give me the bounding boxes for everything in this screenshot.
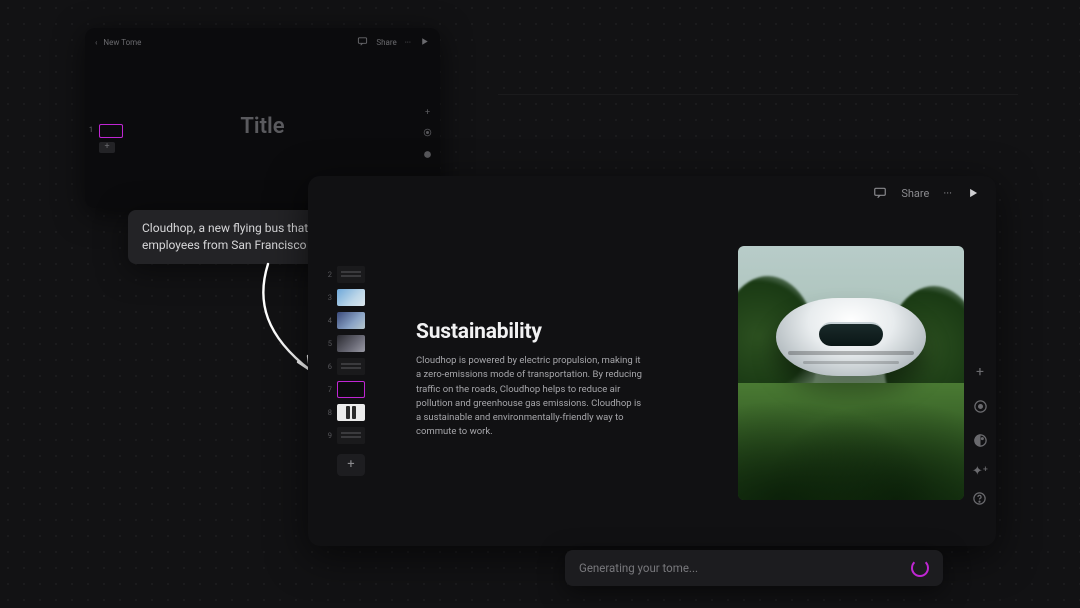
slide-thumb[interactable]: 3 — [326, 289, 366, 306]
add-slide-button[interactable]: + — [337, 454, 365, 476]
slide-thumb[interactable]: 9 — [326, 427, 366, 444]
magic-icon[interactable]: ✦⁺ — [972, 464, 988, 479]
slide-thumb[interactable]: 6 — [326, 358, 366, 375]
slide-thumb[interactable]: 2 — [326, 266, 366, 283]
comment-icon[interactable] — [357, 36, 368, 49]
theme-icon[interactable] — [423, 150, 432, 162]
slide-thumb-selected[interactable]: 7 — [326, 381, 366, 398]
play-icon[interactable] — [419, 36, 430, 49]
play-icon[interactable] — [966, 186, 980, 200]
large-right-rail: + — [972, 364, 988, 448]
help-icon[interactable] — [972, 491, 987, 510]
slide-image[interactable] — [738, 246, 964, 500]
large-window-header: Share ··· — [308, 176, 996, 200]
generating-status-bar: Generating your tome... — [565, 550, 943, 586]
record-icon[interactable] — [423, 128, 432, 140]
spinner-icon — [911, 559, 929, 577]
slide-body: Cloudhop is powered by electric propulsi… — [416, 354, 646, 440]
slide-thumb[interactable]: 5 — [326, 335, 366, 352]
back-label[interactable]: New Tome — [103, 38, 141, 47]
add-block-icon[interactable]: + — [972, 364, 988, 380]
small-right-rail: + — [423, 108, 432, 162]
back-icon[interactable]: ‹ — [95, 38, 97, 47]
slide-thumbnail-rail: 2 3 4 5 6 7 8 9 + — [326, 266, 366, 476]
record-icon[interactable] — [972, 398, 988, 414]
vehicle-illustration — [776, 298, 926, 376]
more-icon[interactable]: ··· — [943, 187, 952, 200]
thumb-number: 1 — [89, 126, 93, 134]
slide-title: Sustainability — [416, 320, 646, 344]
editor-window-large: Share ··· 2 3 4 5 6 7 8 9 + Sustainabili… — [308, 176, 996, 546]
divider — [498, 94, 1018, 95]
add-slide-button-small[interactable]: + — [99, 142, 115, 153]
add-block-icon[interactable]: + — [425, 108, 430, 118]
share-button[interactable]: Share — [901, 187, 929, 200]
comment-icon[interactable] — [873, 186, 887, 200]
slide-thumb[interactable]: 8 — [326, 404, 366, 421]
share-label[interactable]: Share — [376, 38, 396, 47]
slide-thumb[interactable]: 4 — [326, 312, 366, 329]
small-window-header: ‹ New Tome Share ··· — [95, 34, 430, 50]
generating-text: Generating your tome... — [579, 561, 698, 575]
theme-icon[interactable] — [972, 432, 988, 448]
slide-text-block[interactable]: Sustainability Cloudhop is powered by el… — [416, 320, 646, 440]
title-placeholder[interactable]: Title — [95, 114, 430, 139]
more-icon[interactable]: ··· — [405, 38, 411, 47]
large-right-bottom: ✦⁺ — [972, 464, 988, 510]
